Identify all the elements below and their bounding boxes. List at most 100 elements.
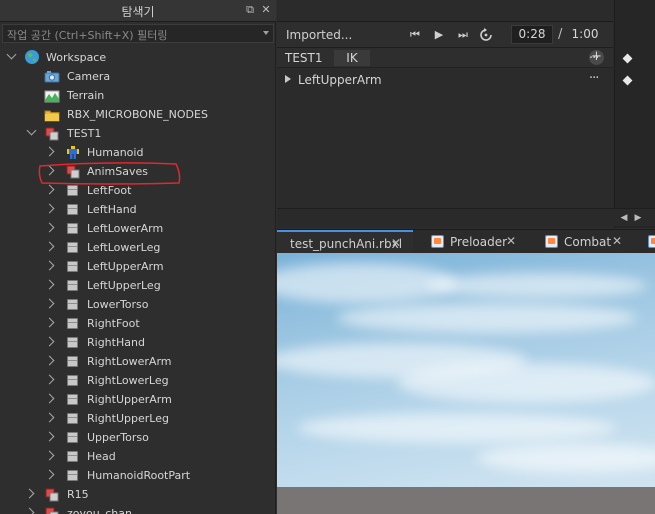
explorer-title: 탐색기 <box>121 5 155 19</box>
game-viewport[interactable] <box>277 253 655 514</box>
tree-item-part[interactable]: LeftHand <box>0 200 276 219</box>
timeline-area[interactable] <box>614 0 655 228</box>
tree-item-part[interactable]: RightUpperLeg <box>0 409 276 428</box>
tree-item-microbone-nodes[interactable]: RBX_MICROBONE_NODES <box>0 105 276 124</box>
tree-item-r15[interactable]: R15 <box>0 485 276 504</box>
skip-start-icon[interactable]: ⏮ <box>407 28 423 42</box>
script-icon <box>545 235 558 248</box>
tree-item-part[interactable]: RightLowerArm <box>0 352 276 371</box>
scroll-right-icon[interactable]: ▶ <box>633 212 643 224</box>
tree-item-part[interactable]: Head <box>0 447 276 466</box>
tree-item-part[interactable]: RightFoot <box>0 314 276 333</box>
close-icon[interactable]: ✕ <box>506 234 516 248</box>
chevron-right-icon[interactable] <box>44 431 55 442</box>
part-icon <box>65 431 80 444</box>
chevron-right-icon[interactable] <box>44 298 55 309</box>
chevron-right-icon[interactable] <box>44 184 55 195</box>
tree-item-part[interactable]: LeftLowerLeg <box>0 238 276 257</box>
keyframe[interactable] <box>622 53 633 64</box>
tree-item-workspace[interactable]: Workspace <box>0 48 276 67</box>
close-icon[interactable]: ✕ <box>612 234 622 248</box>
animation-editor: Imported... ⏮ ▶ ⏭ 0:28 / 1:00 TEST1 IK +… <box>277 0 655 228</box>
tree-item-part[interactable]: LeftUpperLeg <box>0 276 276 295</box>
chevron-right-icon[interactable] <box>44 279 55 290</box>
tree-item-label: RightHand <box>87 336 145 349</box>
tree-item-part[interactable]: LeftFoot <box>0 181 276 200</box>
float-window-icon[interactable]: ⧉ <box>243 3 257 17</box>
tree-item-label: LeftLowerLeg <box>87 241 161 254</box>
chevron-right-icon[interactable] <box>44 260 55 271</box>
more-icon[interactable]: ··· <box>589 52 605 65</box>
part-icon <box>65 184 80 197</box>
close-icon[interactable]: ✕ <box>391 236 401 250</box>
tab-preloader[interactable]: Preloader ✕ <box>417 230 527 254</box>
track-row[interactable]: LeftUpperArm ··· <box>277 70 613 90</box>
tree-item-label: Terrain <box>67 89 105 102</box>
part-icon <box>65 355 80 368</box>
chevron-right-icon[interactable] <box>44 469 55 480</box>
tree-item-label: R15 <box>67 488 89 501</box>
more-icon[interactable]: ··· <box>589 72 605 85</box>
chevron-right-icon[interactable] <box>24 507 35 514</box>
part-icon <box>65 241 80 254</box>
play-icon[interactable]: ▶ <box>431 28 447 42</box>
tree-item-part[interactable]: LeftUpperArm <box>0 257 276 276</box>
tree-item-part[interactable]: RightHand <box>0 333 276 352</box>
scroll-left-icon[interactable]: ◀ <box>619 212 629 224</box>
tab-combat[interactable]: Combat ✕ <box>531 230 636 254</box>
chevron-right-icon[interactable] <box>24 488 35 499</box>
expand-arrow-icon[interactable] <box>285 75 291 83</box>
animation-name-button[interactable]: Imported... <box>286 28 352 42</box>
tree-item-label: RightLowerArm <box>87 355 172 368</box>
chevron-right-icon[interactable] <box>44 241 55 252</box>
baseplate-ground <box>277 487 655 514</box>
explorer-filter-input[interactable]: 작업 공간 (Ctrl+Shift+X) 필터링 <box>2 24 274 43</box>
chevron-right-icon[interactable] <box>44 203 55 214</box>
tree-item-test1[interactable]: TEST1 <box>0 124 276 143</box>
filter-placeholder: 작업 공간 (Ctrl+Shift+X) 필터링 <box>7 29 168 42</box>
tree-item-part[interactable]: HumanoidRootPart <box>0 466 276 485</box>
tree-item-part[interactable]: LowerTorso <box>0 295 276 314</box>
tree-item-zoyou-chan[interactable]: zoyou_chan <box>0 504 276 514</box>
ik-button[interactable]: IK <box>334 50 370 66</box>
horizontal-scrollbar[interactable]: ◀ ▶ <box>277 208 655 226</box>
close-icon[interactable]: ✕ <box>259 3 273 17</box>
tree-item-label: LeftLowerArm <box>87 222 164 235</box>
tree-item-part[interactable]: LeftLowerArm <box>0 219 276 238</box>
track-label: LeftUpperArm <box>298 73 382 87</box>
chevron-down-icon[interactable] <box>6 49 17 60</box>
script-icon[interactable] <box>648 235 655 248</box>
tree-item-label: UpperTorso <box>87 431 149 444</box>
tree-item-label: RightUpperLeg <box>87 412 169 425</box>
chevron-right-icon[interactable] <box>44 374 55 385</box>
skip-end-icon[interactable]: ⏭ <box>455 28 471 42</box>
chevron-down-icon[interactable] <box>263 31 269 35</box>
tree-item-label: HumanoidRootPart <box>87 469 191 482</box>
part-icon <box>65 469 80 482</box>
chevron-right-icon[interactable] <box>44 450 55 461</box>
tab-test-punchani[interactable]: test_punchAni.rbxl ✕ <box>277 230 413 254</box>
tree-item-camera[interactable]: Camera <box>0 67 276 86</box>
tree-item-terrain[interactable]: Terrain <box>0 86 276 105</box>
chevron-right-icon[interactable] <box>44 412 55 423</box>
current-time-input[interactable]: 0:28 <box>511 25 553 44</box>
part-icon <box>65 279 80 292</box>
tree-item-part[interactable]: UpperTorso <box>0 428 276 447</box>
chevron-right-icon[interactable] <box>44 355 55 366</box>
part-icon <box>65 336 80 349</box>
document-tabs: test_punchAni.rbxl ✕ Preloader ✕ Combat … <box>277 229 655 254</box>
chevron-right-icon[interactable] <box>44 146 55 157</box>
chevron-right-icon[interactable] <box>44 336 55 347</box>
tree-item-part[interactable]: RightUpperArm <box>0 390 276 409</box>
chevron-right-icon[interactable] <box>44 317 55 328</box>
tab-label: Preloader <box>450 235 508 249</box>
tree-item-part[interactable]: RightLowerLeg <box>0 371 276 390</box>
chevron-down-icon[interactable] <box>26 125 37 136</box>
end-time-input[interactable]: 1:00 <box>565 25 605 44</box>
chevron-right-icon[interactable] <box>44 393 55 404</box>
keyframe[interactable] <box>622 75 633 86</box>
tree-item-label: Workspace <box>46 51 107 64</box>
loop-icon[interactable] <box>478 28 494 42</box>
part-icon <box>65 412 80 425</box>
chevron-right-icon[interactable] <box>44 222 55 233</box>
